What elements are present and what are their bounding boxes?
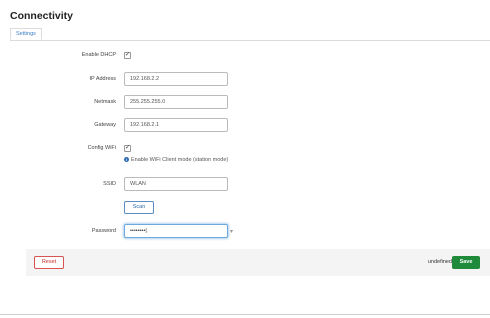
ssid-label: SSID (103, 181, 116, 187)
footer-status-text: undefined (427, 259, 452, 265)
save-button[interactable]: Save (452, 256, 480, 269)
info-icon: i (124, 157, 129, 163)
scan-button[interactable]: Scan (124, 201, 154, 214)
wifi-help-text: Enable WiFi Client mode (station mode) (131, 157, 229, 163)
wifi-label: Config WiFi (87, 145, 116, 151)
password-label: Password (91, 228, 116, 234)
page-title: Connectivity (10, 10, 74, 22)
reset-button[interactable]: Reset (34, 256, 64, 269)
ip-label: IP Address (89, 76, 117, 82)
bottom-divider (0, 314, 490, 315)
dhcp-checkbox[interactable]: ✓ (124, 52, 131, 59)
ip-address-input[interactable]: 192.168.2.2 (124, 72, 228, 86)
password-input[interactable]: ••••••••| (124, 224, 228, 238)
ssid-input[interactable]: WLAN (124, 177, 228, 191)
eye-icon[interactable]: ▾ (230, 228, 233, 235)
wifi-help: i Enable WiFi Client mode (station mode) (124, 157, 228, 163)
tab-bar: Settings (10, 28, 490, 41)
tab-settings[interactable]: Settings (10, 28, 42, 40)
gateway-label: Gateway (94, 122, 116, 128)
wifi-checkbox[interactable]: ✓ (124, 145, 131, 152)
netmask-input[interactable]: 255.255.255.0 (124, 95, 228, 109)
gateway-input[interactable]: 192.168.2.1 (124, 118, 228, 132)
netmask-label: Netmask (94, 99, 116, 105)
dhcp-label: Enable DHCP (81, 52, 116, 58)
form-footer: Reset undefined Save (26, 249, 490, 276)
